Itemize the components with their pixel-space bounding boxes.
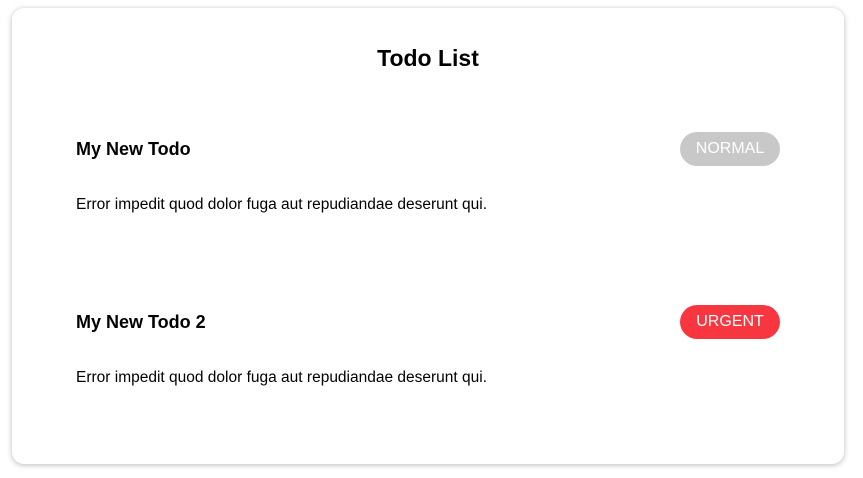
todo-list-card: Todo List My New Todo NORMAL Error imped…: [12, 8, 844, 464]
todo-description: Error impedit quod dolor fuga aut repudi…: [76, 369, 488, 386]
priority-badge: NORMAL: [680, 132, 780, 166]
todo-item-header: My New Todo 2 URGENT: [76, 305, 780, 339]
todo-item: My New Todo 2 URGENT Error impedit quod …: [76, 305, 780, 386]
todo-title: My New Todo 2: [76, 312, 206, 332]
page-title: Todo List: [377, 45, 479, 71]
priority-badge: URGENT: [680, 305, 780, 339]
todo-item: My New Todo NORMAL Error impedit quod do…: [76, 132, 780, 213]
todo-description: Error impedit quod dolor fuga aut repudi…: [76, 196, 488, 213]
todo-item-header: My New Todo NORMAL: [76, 132, 780, 166]
todo-title: My New Todo: [76, 139, 191, 159]
